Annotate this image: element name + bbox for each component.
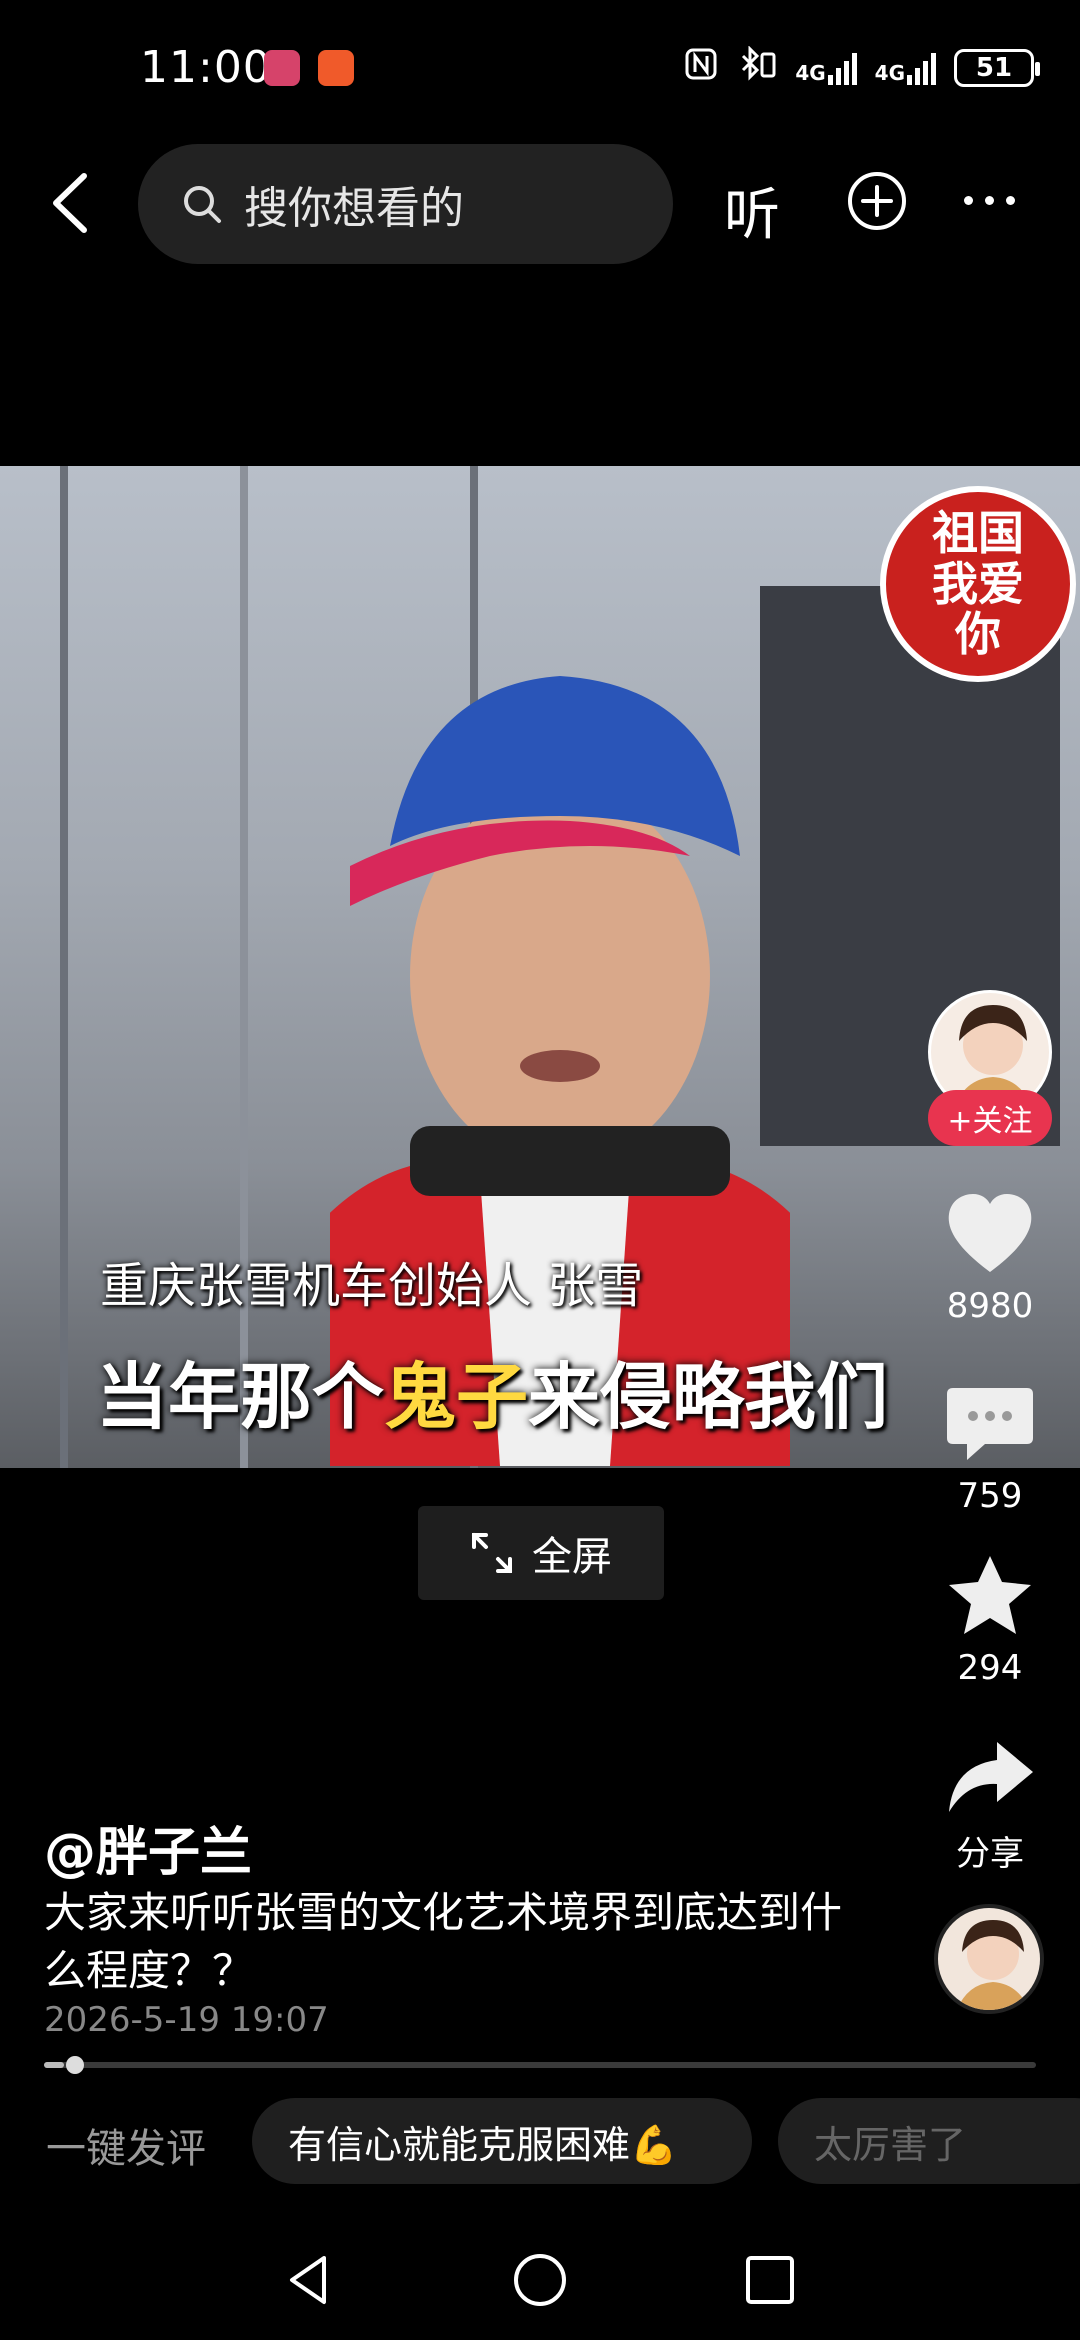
favorite-count: 294	[957, 1648, 1023, 1688]
like-count: 8980	[946, 1286, 1034, 1326]
battery-icon: 51	[954, 48, 1040, 87]
back-button[interactable]	[40, 168, 110, 238]
playback-progress-bar[interactable]	[44, 2056, 1036, 2074]
share-label: 分享	[956, 1834, 1024, 1874]
network-4g-label-2: 4G	[874, 60, 905, 85]
search-icon	[184, 186, 221, 223]
stamp-text: 祖国我爱你	[932, 506, 1024, 662]
subtitle-part: 来侵略我们	[528, 1355, 889, 1439]
background-pillar	[240, 466, 248, 1468]
expand-icon	[472, 1533, 512, 1573]
notification-app-icon	[318, 50, 354, 86]
quick-comment-chip[interactable]: 太厉害了	[778, 2098, 1080, 2184]
nav-back-icon[interactable]	[280, 2250, 340, 2310]
favorite-button[interactable]: 294	[930, 1552, 1050, 1688]
status-bar: 11:00 4G 4G 51	[0, 0, 1080, 140]
heart-icon	[948, 1194, 1032, 1272]
nav-home-icon[interactable]	[510, 2250, 570, 2310]
comment-icon	[947, 1388, 1033, 1460]
more-button[interactable]	[964, 196, 1015, 205]
subtitle-part: 当年那个	[96, 1355, 385, 1439]
dot	[985, 196, 994, 205]
star-icon	[949, 1556, 1031, 1634]
huawei-app-icon	[264, 50, 300, 86]
video-player[interactable]: 祖国我爱你 重庆张雪机车创始人 张雪 当年那个鬼子来侵略我们	[0, 466, 1080, 1468]
status-icons: 4G 4G 51	[683, 45, 1040, 89]
nav-recents-icon[interactable]	[740, 2250, 800, 2310]
progress-fill	[44, 2062, 64, 2068]
nfc-icon	[683, 46, 719, 89]
dot	[964, 196, 973, 205]
comment-count: 759	[957, 1476, 1023, 1516]
subtitle-main: 当年那个鬼子来侵略我们	[96, 1338, 888, 1443]
quick-comment-label: 一键发评	[46, 2126, 206, 2172]
author-name[interactable]: @胖子兰	[44, 1810, 252, 1885]
background-pillar	[60, 466, 68, 1468]
post-date: 2026-5-19 19:07	[44, 2000, 329, 2040]
post-description: 大家来听听张雪的文化艺术境界到底达到什么程度？？	[44, 1888, 843, 1995]
bluetooth-icon	[737, 45, 777, 89]
quick-comment-chip[interactable]: 有信心就能克服困难💪	[252, 2098, 752, 2184]
follow-button[interactable]: +关注	[928, 1090, 1052, 1146]
signal-icon-2	[907, 51, 936, 85]
share-arrow-icon	[949, 1742, 1033, 1812]
listen-button[interactable]: 听	[724, 170, 780, 251]
fullscreen-label: 全屏	[532, 1534, 612, 1580]
clock: 11:00	[140, 42, 272, 93]
top-nav: 搜你想看的 听	[0, 140, 1080, 270]
network-4g-label-1: 4G	[795, 60, 826, 85]
search-placeholder: 搜你想看的	[244, 183, 464, 234]
subtitle-highlight: 鬼子	[384, 1355, 529, 1439]
subtitle-name: 重庆张雪机车创始人 张雪	[100, 1258, 644, 1314]
comment-button[interactable]: 759	[930, 1382, 1050, 1516]
add-button[interactable]	[846, 170, 908, 232]
share-button[interactable]: 分享	[930, 1736, 1050, 1875]
chevron-left-icon	[53, 173, 87, 233]
dot	[1006, 196, 1015, 205]
signal-icon-1	[827, 51, 857, 85]
fullscreen-button[interactable]: 全屏	[418, 1506, 664, 1600]
progress-knob[interactable]	[65, 2056, 84, 2074]
music-disc[interactable]	[934, 1904, 1044, 2014]
music-avatar-image	[938, 1908, 1040, 2010]
search-input[interactable]: 搜你想看的	[138, 144, 673, 264]
plus-circle-icon	[848, 172, 906, 230]
like-button[interactable]: 8980	[930, 1192, 1050, 1326]
watermark-stamp: 祖国我爱你	[880, 486, 1076, 682]
system-nav-bar	[0, 2220, 1080, 2340]
